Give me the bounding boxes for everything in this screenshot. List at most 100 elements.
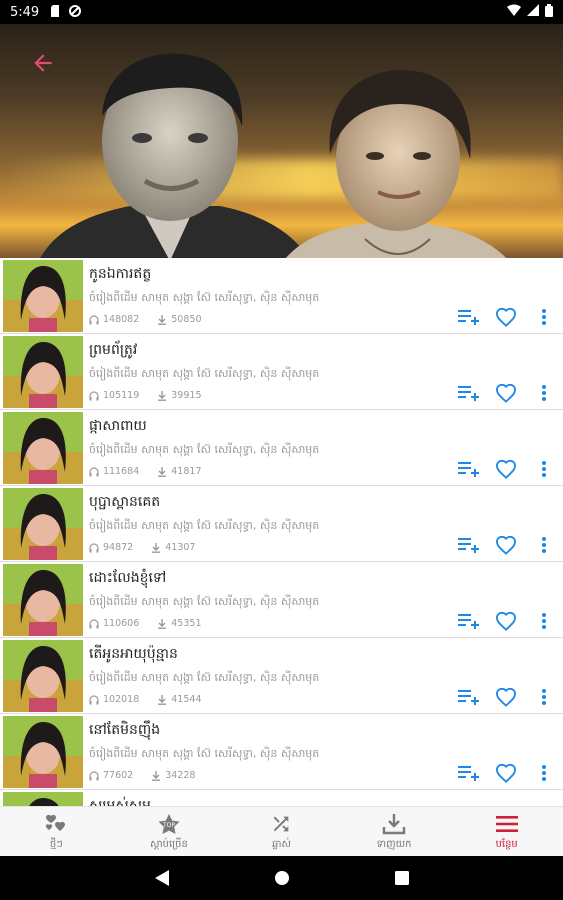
song-stats: 111684 41817 bbox=[89, 466, 202, 477]
heart-outline-icon bbox=[495, 535, 517, 555]
hearts-icon bbox=[42, 812, 70, 836]
play-count: 94872 bbox=[103, 542, 134, 553]
playlist-add-icon bbox=[458, 766, 479, 781]
song-stats: 148082 50850 bbox=[89, 314, 202, 325]
song-thumbnail bbox=[3, 640, 83, 712]
play-count: 102018 bbox=[103, 694, 140, 705]
heart-outline-icon bbox=[495, 459, 517, 479]
add-to-playlist-button[interactable] bbox=[455, 761, 483, 785]
square-recents-icon bbox=[394, 871, 409, 885]
more-options-button[interactable] bbox=[530, 609, 558, 633]
song-row[interactable]: ព្រមព័ត្រូវ ចំរៀងពីដើម សាមុត សុង្គា ស៊ែ … bbox=[0, 334, 563, 410]
nav-label: បន្ថែម bbox=[495, 838, 518, 850]
more-options-button[interactable] bbox=[530, 533, 558, 557]
svg-text:TOP: TOP bbox=[162, 822, 175, 829]
song-title: ដោះលែងខ្ញុំទៅ bbox=[89, 570, 167, 586]
song-artists: ចំរៀងពីដើម សាមុត សុង្គា ស៊ែ សេរីសុទ្ធា, … bbox=[89, 443, 320, 456]
heart-outline-icon bbox=[495, 687, 517, 707]
add-to-playlist-button[interactable] bbox=[455, 457, 483, 481]
favorite-button[interactable] bbox=[492, 457, 520, 481]
song-title: កូនឯការឥត្ខ bbox=[89, 266, 152, 282]
song-title: ផ្កាសាពាយ bbox=[89, 418, 147, 434]
playlist-add-icon bbox=[458, 690, 479, 705]
favorite-button[interactable] bbox=[492, 685, 520, 709]
more-options-button[interactable] bbox=[530, 761, 558, 785]
more-vert-icon bbox=[542, 613, 546, 629]
back-button[interactable] bbox=[26, 46, 60, 80]
download-count: 41544 bbox=[171, 694, 202, 705]
add-to-playlist-button[interactable] bbox=[455, 305, 483, 329]
album-header-image bbox=[0, 24, 563, 258]
favorite-button[interactable] bbox=[492, 381, 520, 405]
song-row[interactable]: ដោះលែងខ្ញុំទៅ ចំរៀងពីដើម សាមុត សុង្គា ស៊… bbox=[0, 562, 563, 638]
more-options-button[interactable] bbox=[530, 457, 558, 481]
download-count-icon bbox=[158, 314, 167, 325]
play-count: 148082 bbox=[103, 314, 140, 325]
playlist-add-icon bbox=[458, 538, 479, 553]
song-row[interactable]: សម្រស់សម bbox=[0, 790, 563, 806]
more-options-button[interactable] bbox=[530, 381, 558, 405]
play-count: 111684 bbox=[103, 466, 140, 477]
battery-icon bbox=[545, 3, 553, 21]
favorite-button[interactable] bbox=[492, 609, 520, 633]
add-to-playlist-button[interactable] bbox=[455, 609, 483, 633]
song-row[interactable]: នៅតែមិនញ៉ឹង ចំរៀងពីដើម សាមុត សុង្គា ស៊ែ … bbox=[0, 714, 563, 790]
more-options-button[interactable] bbox=[530, 685, 558, 709]
system-navigation-bar bbox=[0, 856, 563, 900]
data-saver-icon bbox=[69, 4, 82, 20]
song-row[interactable]: ផ្កាសាពាយ ចំរៀងពីដើម សាមុត សុង្គា ស៊ែ សេ… bbox=[0, 410, 563, 486]
song-stats: 77602 34228 bbox=[89, 770, 195, 781]
play-count: 77602 bbox=[103, 770, 134, 781]
shuffle-icon bbox=[267, 812, 295, 836]
headphones-icon bbox=[89, 314, 99, 324]
heart-outline-icon bbox=[495, 383, 517, 403]
song-artists: ចំរៀងពីដើម សាមុត សុង្គា ស៊ែ សេរីសុទ្ធា, … bbox=[89, 747, 320, 760]
playlist-add-icon bbox=[458, 310, 479, 325]
add-to-playlist-button[interactable] bbox=[455, 533, 483, 557]
top-star-icon: TOP bbox=[155, 812, 183, 836]
nav-most-played[interactable]: TOP ស្តាប់ច្រើន bbox=[113, 807, 226, 856]
circle-home-icon bbox=[274, 871, 289, 885]
download-count-icon bbox=[158, 466, 167, 477]
playlist-add-icon bbox=[458, 614, 479, 629]
more-vert-icon bbox=[542, 385, 546, 401]
download-count-icon bbox=[152, 542, 161, 553]
nav-shuffle[interactable]: ឆ្លាស់ bbox=[225, 807, 338, 856]
nav-label: ស្តាប់ច្រើន bbox=[149, 838, 188, 850]
song-stats: 94872 41307 bbox=[89, 542, 195, 553]
more-options-button[interactable] bbox=[530, 305, 558, 329]
triangle-back-icon bbox=[154, 870, 169, 886]
song-title: បុប្ផាស្ពានគេត bbox=[89, 494, 161, 510]
nav-more[interactable]: បន្ថែម bbox=[450, 807, 563, 856]
favorite-button[interactable] bbox=[492, 533, 520, 557]
nav-new[interactable]: ថ្មីៗ bbox=[0, 807, 113, 856]
more-vert-icon bbox=[542, 461, 546, 477]
system-recents-button[interactable] bbox=[342, 856, 462, 900]
nav-downloads[interactable]: ទាញយក bbox=[338, 807, 451, 856]
more-vert-icon bbox=[542, 537, 546, 553]
song-artists: ចំរៀងពីដើម សាមុត សុង្គា ស៊ែ សេរីសុទ្ធា, … bbox=[89, 595, 320, 608]
sd-card-icon bbox=[51, 4, 61, 20]
system-home-button[interactable] bbox=[222, 856, 342, 900]
song-row[interactable]: បុប្ផាស្ពានគេត ចំរៀងពីដើម សាមុត សុង្គា ស… bbox=[0, 486, 563, 562]
download-count: 41307 bbox=[165, 542, 196, 553]
nav-label: ទាញយក bbox=[376, 838, 412, 850]
headphones-icon bbox=[89, 618, 99, 628]
favorite-button[interactable] bbox=[492, 305, 520, 329]
play-count: 110606 bbox=[103, 618, 140, 629]
song-artists: ចំរៀងពីដើម សាមុត សុង្គា ស៊ែ សេរីសុទ្ធា, … bbox=[89, 519, 320, 532]
song-thumbnail bbox=[3, 564, 83, 636]
favorite-button[interactable] bbox=[492, 761, 520, 785]
headphones-icon bbox=[89, 694, 99, 704]
add-to-playlist-button[interactable] bbox=[455, 381, 483, 405]
song-row[interactable]: កូនឯការឥត្ខ ចំរៀងពីដើម សាមុត សុង្គា ស៊ែ … bbox=[0, 258, 563, 334]
download-icon bbox=[380, 812, 408, 836]
song-stats: 105119 39915 bbox=[89, 390, 202, 401]
song-row[interactable]: តើអូនអាយុប៉ុន្មាន ចំរៀងពីដើម សាមុត សុង្គ… bbox=[0, 638, 563, 714]
song-thumbnail bbox=[3, 716, 83, 788]
song-thumbnail bbox=[3, 336, 83, 408]
headphones-icon bbox=[89, 466, 99, 476]
song-thumbnail bbox=[3, 792, 83, 806]
system-back-button[interactable] bbox=[102, 856, 222, 900]
add-to-playlist-button[interactable] bbox=[455, 685, 483, 709]
